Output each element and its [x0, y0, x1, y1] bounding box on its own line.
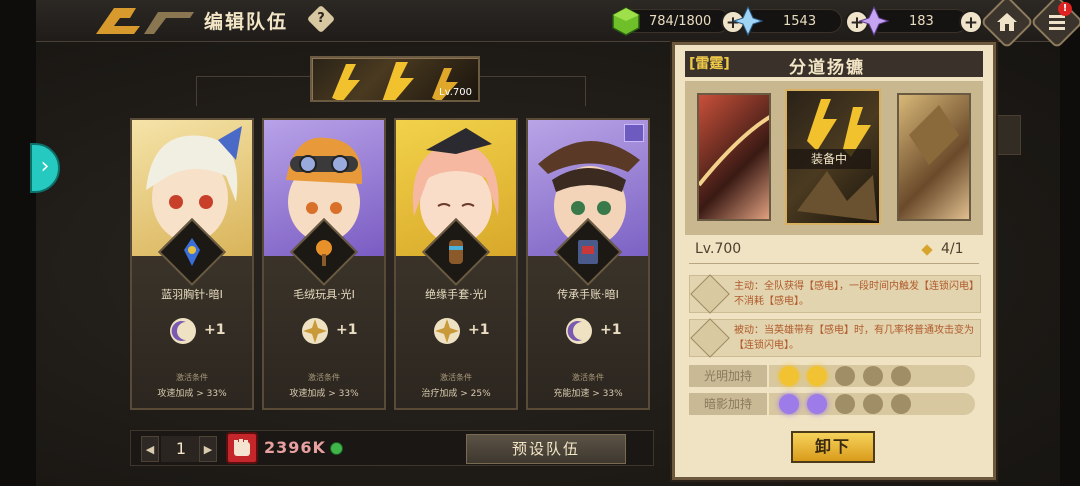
preset-team-button[interactable]: 预设队伍 [466, 434, 626, 464]
blue-crystal-counter: 1543 + [733, 6, 869, 36]
back-logo-icon[interactable] [96, 6, 196, 36]
equipment-detail-panel: [雷霆] 分道扬镳 装备中 Lv.700 4/1 主动：全队获得【感电】，一段时… [672, 42, 996, 480]
page-title: 编辑队伍 [204, 11, 289, 33]
activation-condition: 治疗加成 > 25% [421, 389, 491, 399]
passive-skill-text: 被动：当英雄带有【感电】时，有几率将普通攻击变为【连锁闪电】。 [734, 325, 974, 351]
activation-label: 激活条件 [572, 373, 604, 382]
light-bonus-label: 光明加持 [689, 365, 767, 387]
hero-equipment-panel: 毛绒玩具·光I +1 激活条件 攻速加成 > 33% [264, 218, 384, 408]
dark-orb-inactive [835, 394, 855, 414]
element-bonus: +1 [300, 316, 360, 350]
active-skill: 主动：全队获得【感电】，一段时间内触发【连锁闪电】不消耗【感电】。 [689, 274, 981, 314]
equipment-name: 传承手账·暗I [557, 288, 619, 301]
activation-label: 激活条件 [308, 373, 340, 382]
stamina-counter: 784/1800 + [612, 7, 745, 36]
blue-crystal-icon [733, 6, 763, 36]
blue-crystal-value: 1543 [783, 14, 817, 29]
dark-orb-inactive [863, 394, 883, 414]
hero-equipment-panel: 传承手账·暗I +1 激活条件 充能加速 > 33% [528, 218, 648, 408]
light-orb-inactive [863, 366, 883, 386]
star-diamond-icon [921, 244, 933, 256]
light-orb-inactive [891, 366, 911, 386]
light-orb-inactive [835, 366, 855, 386]
purple-crystal-value: 183 [909, 14, 934, 29]
equipped-label: 装备中 [787, 149, 871, 169]
purple-crystal-counter: 183 + [859, 6, 983, 36]
light-orb-active [779, 366, 799, 386]
element-bonus: +1 [432, 316, 492, 350]
light-sun-icon [302, 318, 328, 344]
hero-card[interactable]: 传承手账·暗I +1 激活条件 充能加速 > 33% [526, 118, 650, 410]
dark-orb-inactive [891, 394, 911, 414]
dark-bonus-orbs [769, 393, 975, 415]
side-expand-tab[interactable]: › [30, 143, 60, 193]
next-team-button[interactable]: ▶ [199, 436, 217, 462]
passive-skill-icon [690, 318, 730, 358]
element-tag: [雷霆] [689, 56, 730, 72]
game-screen: 编辑队伍 ? 784/1800 + 1543 + 183 + ! › Lv.70… [0, 0, 1080, 486]
equipment-name: 蓝羽胸针·暗I [161, 288, 223, 301]
insulated-glove-icon [449, 240, 463, 264]
bonus-value: +1 [600, 322, 622, 338]
active-skill-icon [690, 274, 730, 314]
hero-card[interactable]: 蓝羽胸针·暗I +1 激活条件 攻速加成 > 33% [130, 118, 254, 410]
top-bar: 编辑队伍 ? 784/1800 + 1543 + 183 + [36, 0, 1060, 42]
team-banner: Lv.700 [310, 56, 480, 102]
dark-orb-active [807, 394, 827, 414]
element-bonus: +1 [564, 316, 624, 350]
notification-badge: ! [1058, 2, 1072, 16]
team-index: 1 [161, 436, 201, 462]
home-icon [997, 13, 1017, 31]
equipment-title: 分道扬镳 [789, 58, 865, 78]
equipment-name: 绝缘手套·光I [425, 288, 487, 301]
banner-level: Lv.700 [439, 87, 472, 98]
dark-bonus-label: 暗影加持 [689, 393, 767, 415]
add-purple-crystal-button[interactable]: + [959, 10, 983, 34]
prev-team-button[interactable]: ◀ [141, 436, 159, 462]
bonus-value: +1 [468, 322, 490, 338]
blue-feather-brooch-icon [184, 238, 200, 266]
hero-card[interactable]: 绝缘手套·光I +1 激活条件 治疗加成 > 25% [394, 118, 518, 410]
activation-label: 激活条件 [176, 373, 208, 382]
hero-card[interactable]: 毛绒玩具·光I +1 激活条件 攻速加成 > 33% [262, 118, 386, 410]
hero-equipment-panel: 绝缘手套·光I +1 激活条件 治疗加成 > 25% [396, 218, 516, 408]
element-bonus: +1 [168, 316, 228, 350]
active-skill-text: 主动：全队获得【感电】，一段时间内触发【连锁闪电】不消耗【感电】。 [734, 281, 974, 307]
dark-moon-icon [566, 318, 592, 344]
heritage-journal-icon [578, 240, 598, 264]
light-bonus-row: 光明加持 [689, 365, 981, 387]
passive-skill: 被动：当英雄带有【感电】时，有几率将普通攻击变为【连锁闪电】。 [689, 318, 981, 358]
equipment-level: Lv.700 [695, 241, 742, 257]
fist-power-icon [226, 432, 258, 464]
art-card-right[interactable] [897, 93, 971, 221]
purple-crystal-icon [859, 6, 889, 36]
help-icon[interactable]: ? [306, 4, 336, 34]
equipment-count: 4/1 [941, 241, 964, 257]
dark-moon-icon [170, 318, 196, 344]
stamina-cube-icon [612, 7, 640, 36]
unequip-button[interactable]: 卸下 [791, 431, 875, 463]
activation-condition: 攻速加成 > 33% [157, 389, 227, 399]
activation-label: 激活条件 [440, 373, 472, 382]
hero-equipment-panel: 蓝羽胸针·暗I +1 激活条件 攻速加成 > 33% [132, 218, 252, 408]
activation-condition: 攻速加成 > 33% [289, 389, 359, 399]
light-sun-icon [434, 318, 460, 344]
art-card-left[interactable] [697, 93, 771, 221]
left-edge [0, 0, 36, 486]
power-info-icon[interactable] [330, 442, 343, 455]
equipment-name: 毛绒玩具·光I [293, 288, 355, 301]
divider [689, 263, 979, 264]
dark-orb-active [779, 394, 799, 414]
bonus-value: +1 [336, 322, 358, 338]
crown-icon [624, 124, 644, 142]
team-power: 2396K [264, 438, 326, 457]
bonus-value: +1 [204, 322, 226, 338]
right-edge [1060, 0, 1080, 486]
activation-condition: 充能加速 > 33% [553, 389, 623, 399]
stamina-value: 784/1800 [649, 14, 712, 29]
light-orb-active [807, 366, 827, 386]
light-bonus-orbs [769, 365, 975, 387]
plush-toy-icon [316, 240, 332, 266]
dark-bonus-row: 暗影加持 [689, 393, 981, 415]
